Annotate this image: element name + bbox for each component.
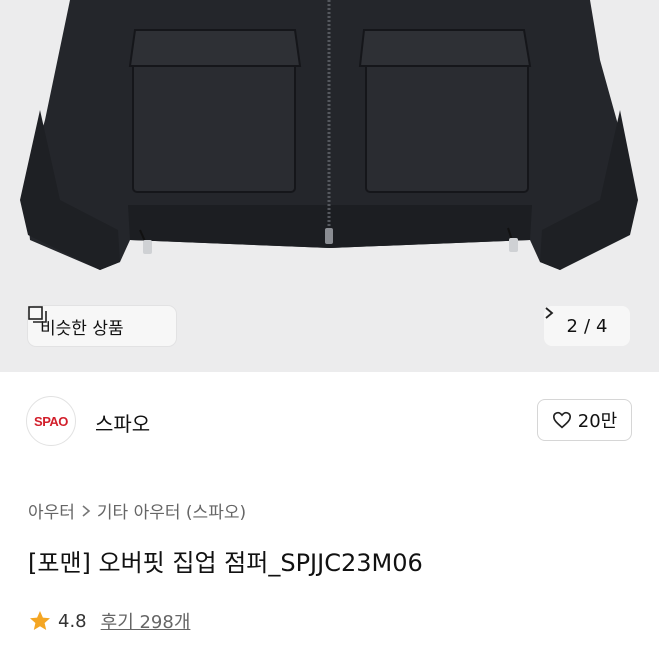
page-total: 4 <box>596 315 608 337</box>
gallery-pager[interactable]: 2 / 4 <box>544 306 630 346</box>
breadcrumb-item-outer[interactable]: 아우터 <box>28 498 75 523</box>
brand-name[interactable]: 스파오 <box>95 408 150 437</box>
page-current: 2 <box>566 315 578 337</box>
heart-icon <box>552 411 571 429</box>
chevron-right-icon <box>82 504 91 517</box>
similar-products-label: 비슷한 상품 <box>40 318 124 339</box>
product-image-gallery[interactable]: 비슷한 상품 2 / 4 <box>0 0 659 372</box>
star-icon <box>30 611 50 630</box>
rating-score: 4.8 <box>58 610 87 632</box>
stacked-squares-icon <box>28 306 47 323</box>
product-title: [포맨] 오버핏 집업 점퍼_SPJJC23M06 <box>28 549 423 577</box>
breadcrumb-item-other-outer[interactable]: 기타 아우터 (스파오) <box>97 498 246 523</box>
brand-logo[interactable]: SPAO <box>26 396 76 446</box>
chevron-right-icon[interactable] <box>544 306 554 320</box>
reviews-link[interactable]: 후기 298개 <box>101 608 191 634</box>
similar-products-button[interactable]: 비슷한 상품 <box>28 306 176 346</box>
page-separator: / <box>583 315 591 337</box>
rating-summary: 4.8 후기 298개 <box>28 608 190 634</box>
like-count: 20만 <box>577 411 618 432</box>
like-button[interactable]: 20만 <box>537 399 632 441</box>
breadcrumb: 아우터 기타 아우터 (스파오) <box>28 498 246 523</box>
brand-row: SPAO 스파오 20만 <box>0 372 659 468</box>
